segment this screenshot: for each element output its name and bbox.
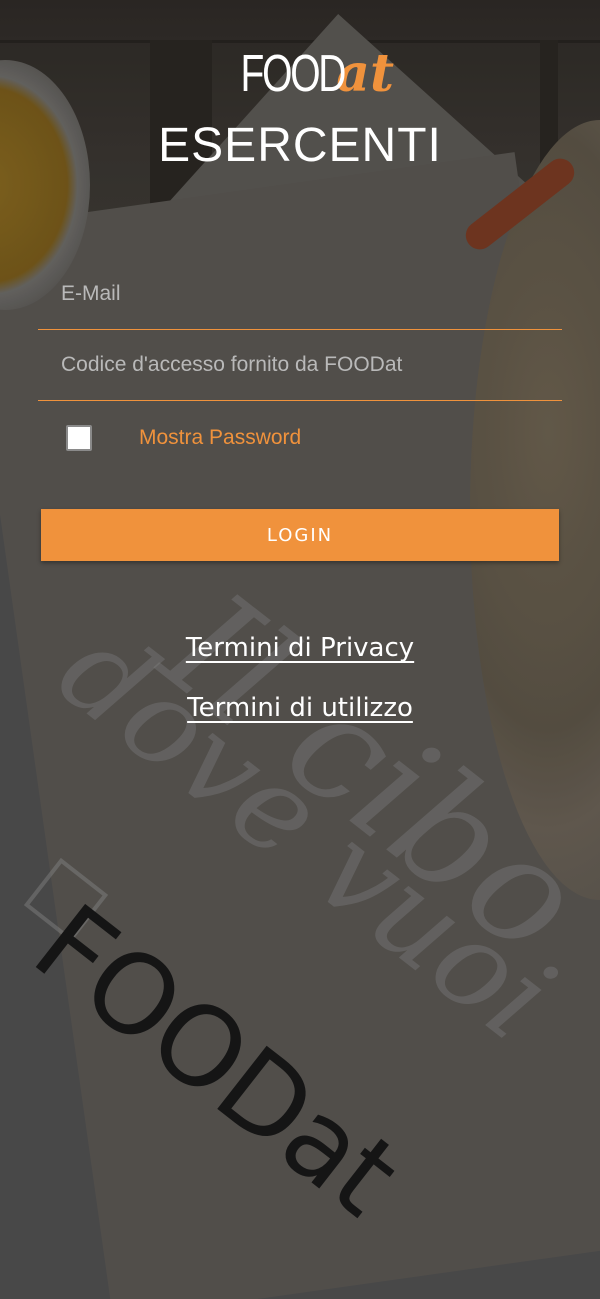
- login-screen: Il cibo dove vuoi FOODat FOODat ESERCENT…: [0, 0, 600, 1299]
- logo-main-text: FOOD: [240, 45, 347, 103]
- email-field-container: [38, 259, 562, 330]
- show-password-checkbox[interactable]: [66, 425, 92, 451]
- page-title: ESERCENTI: [158, 119, 442, 172]
- terms-of-use-link[interactable]: Termini di utilizzo: [187, 693, 413, 723]
- login-button[interactable]: LOGIN: [41, 509, 559, 561]
- app-logo: FOODat: [0, 44, 600, 104]
- privacy-terms-link[interactable]: Termini di Privacy: [186, 633, 414, 663]
- access-code-field-container: [38, 330, 562, 401]
- show-password-row: Mostra Password: [66, 425, 301, 451]
- access-code-field[interactable]: [38, 330, 562, 400]
- terms-of-use-row: Termini di utilizzo: [0, 693, 600, 723]
- logo-accent-text: at: [336, 43, 394, 104]
- show-password-label[interactable]: Mostra Password: [139, 426, 301, 450]
- privacy-terms-row: Termini di Privacy: [0, 633, 600, 663]
- email-field[interactable]: [38, 259, 562, 329]
